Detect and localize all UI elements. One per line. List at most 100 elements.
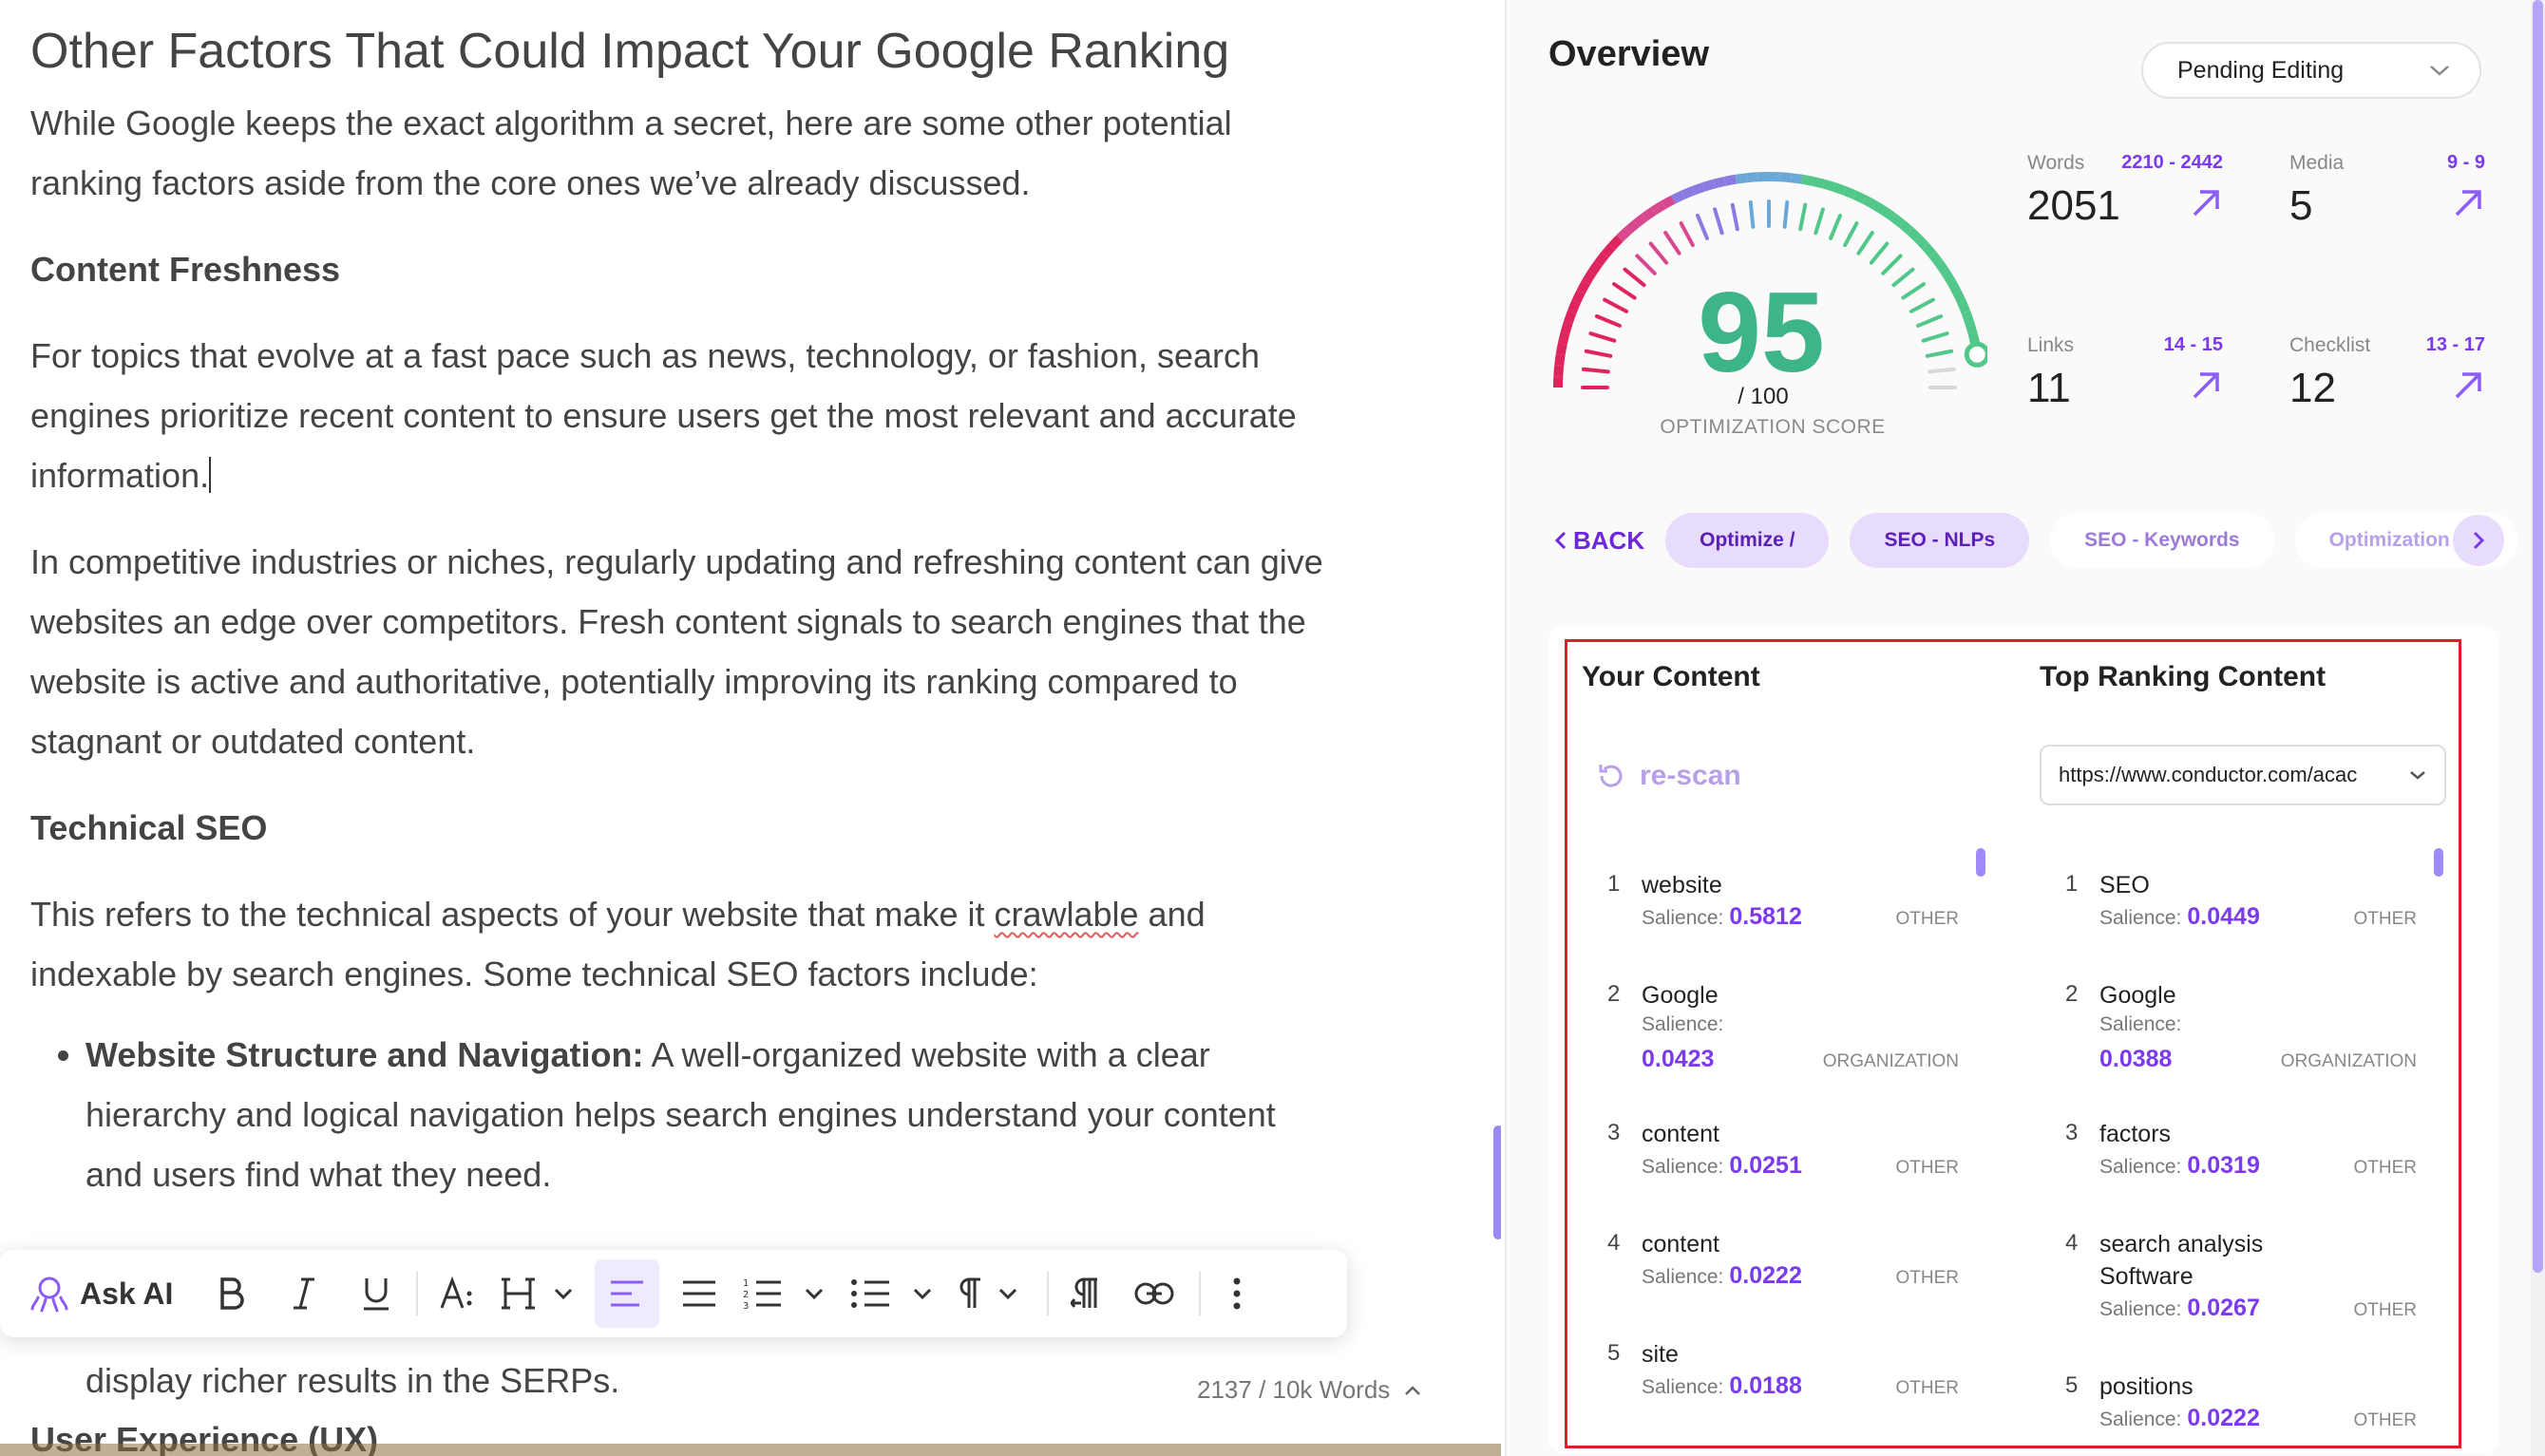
link-button[interactable]	[1130, 1259, 1178, 1328]
competitor-url-dropdown[interactable]: https://www.conductor.com/acac	[2040, 745, 2446, 805]
stat-checklist[interactable]: Checklist 13 - 17 12	[2289, 334, 2485, 448]
item-term: content	[1642, 1231, 1720, 1257]
divider	[0, 1444, 1501, 1456]
chevron-down-icon	[2430, 66, 2449, 76]
document-body[interactable]: Other Factors That Could Impact Your Goo…	[30, 21, 1341, 1204]
page-scrollbar[interactable]	[2531, 0, 2545, 1456]
italic-button[interactable]	[281, 1259, 327, 1328]
gauge-tick	[1782, 199, 1790, 229]
editor-pane[interactable]: Other Factors That Could Impact Your Goo…	[0, 0, 1501, 1456]
toolbar-divider	[1047, 1272, 1050, 1315]
gauge-tick	[1856, 231, 1874, 255]
item-term: website	[1642, 872, 1722, 898]
gauge-arc-segment	[1713, 176, 1726, 189]
gauge-arc-segment	[1571, 289, 1586, 304]
list-item[interactable]: 4 search analysis Software Salience: 0.02…	[2042, 1207, 2440, 1350]
gauge-arc-segment	[1651, 200, 1666, 216]
gauge-arc-segment	[1941, 270, 1956, 285]
your-content-title: Your Content	[1582, 661, 1760, 692]
stat-words[interactable]: Words 2210 - 2442 2051	[2027, 152, 2223, 266]
underline-button[interactable]	[353, 1259, 399, 1328]
refresh-icon	[1599, 765, 1623, 787]
item-rank: 4	[1607, 1230, 1621, 1256]
list-item[interactable]: 1 SEO Salience: 0.0449 OTHER	[2042, 848, 2440, 958]
list-item[interactable]: 3 factors Salience: 0.0319 OTHER	[2042, 1097, 2440, 1207]
item-term: content	[1642, 1121, 1720, 1147]
list-item[interactable]: 4 content Salience: 0.0222 OTHER	[1585, 1207, 1982, 1317]
bold-icon	[220, 1277, 245, 1310]
gauge-arc-segment	[1812, 176, 1825, 189]
top-ranking-list[interactable]: 1 SEO Salience: 0.0449 OTHER 2 Google Sal…	[2042, 848, 2440, 1447]
stat-links[interactable]: Links 14 - 15 11	[2027, 334, 2223, 448]
tabs-next-button[interactable]	[2453, 515, 2504, 566]
ordered-list-button[interactable]: 123	[741, 1259, 825, 1328]
item-category: OTHER	[1895, 1158, 1960, 1178]
stat-media[interactable]: Media 9 - 9 5	[2289, 152, 2485, 266]
font-size-button[interactable]	[435, 1259, 481, 1328]
bullet-list-button[interactable]	[849, 1259, 933, 1328]
stat-value: 11	[2027, 365, 2071, 411]
stat-label: Media	[2289, 152, 2345, 174]
octopus-icon	[30, 1276, 68, 1313]
item-rank: 3	[2065, 1120, 2079, 1145]
list-item[interactable]: 5 site Salience: 0.0188 OTHER	[1585, 1317, 1982, 1428]
status-dropdown[interactable]: Pending Editing	[2141, 42, 2481, 99]
gauge-tick	[1916, 313, 1944, 328]
list-item[interactable]: 1 website Salience: 0.5812 OTHER	[1585, 848, 1982, 958]
arrow-up-right-icon	[2455, 190, 2481, 217]
formatting-toolbar: Ask AI 123	[0, 1250, 1347, 1337]
gauge-tick	[1581, 367, 1610, 374]
bold-button[interactable]	[209, 1259, 255, 1328]
align-left-button[interactable]	[595, 1259, 660, 1328]
gauge-arc-segment	[1833, 182, 1847, 196]
gauge-arc-segment	[1790, 173, 1803, 184]
arrow-up-right-icon	[2193, 372, 2219, 399]
gauge-arc-segment	[1907, 227, 1922, 242]
rescan-button[interactable]: re-scan	[1596, 760, 1741, 792]
item-term: factors	[2099, 1121, 2172, 1147]
page-scrollbar-thumb[interactable]	[2533, 0, 2543, 1273]
salience-label: Salience:	[2099, 1156, 2182, 1178]
ask-ai-button[interactable]: Ask AI	[28, 1259, 173, 1328]
item-salience: Salience: 0.0449	[2099, 903, 2260, 931]
list-item[interactable]: 2 Google Salience: 0.0388 ORGANIZATION	[2042, 958, 2440, 1097]
salience-value: 0.0388	[2099, 1046, 2173, 1072]
salience-label: Salience:	[1642, 1266, 1724, 1288]
paragraph-freshness-1-text: For topics that evolve at a fast pace su…	[30, 336, 1297, 495]
paragraph-style-button[interactable]	[956, 1259, 1018, 1328]
spellcheck-word[interactable]: crawlable	[994, 895, 1138, 934]
editor-scrollbar[interactable]	[1493, 1125, 1501, 1239]
tab-seo-nlps[interactable]: SEO - NLPs	[1850, 513, 2030, 568]
list-item[interactable]: 2 Google Salience: 0.0423 ORGANIZATION	[1585, 958, 1982, 1097]
item-term: Google	[2099, 982, 2176, 1009]
back-button[interactable]: BACK	[1554, 526, 1644, 556]
gauge-tick	[1881, 254, 1903, 275]
section-heading: Other Factors That Could Impact Your Goo…	[30, 24, 1230, 79]
item-rank: 5	[2065, 1372, 2079, 1398]
your-content-list[interactable]: 1 website Salience: 0.5812 OTHER 2 Google…	[1585, 848, 1982, 1447]
font-size-icon	[441, 1276, 472, 1309]
chevron-down-icon	[555, 1288, 573, 1300]
tab-optimize[interactable]: Optimize /	[1665, 513, 1830, 568]
salience-value: 0.0267	[2187, 1295, 2260, 1321]
justify-button[interactable]	[673, 1259, 726, 1328]
more-options-button[interactable]	[1218, 1259, 1256, 1328]
salience-value: 0.0222	[2187, 1405, 2260, 1431]
item-salience: Salience: 0.0251	[1642, 1152, 1802, 1180]
gauge-tick	[1869, 241, 1890, 265]
top-ranking-scrollbar[interactable]	[2434, 848, 2443, 877]
gauge-arc-segment	[1779, 172, 1792, 183]
your-content-scrollbar[interactable]	[1976, 848, 1985, 877]
list-item[interactable]: 3 content Salience: 0.0251 OTHER	[1585, 1097, 1982, 1207]
salience-label: Salience:	[1642, 1013, 1724, 1035]
word-count[interactable]: 2137 / 10k Words	[1197, 1375, 1422, 1405]
gauge-tick	[1635, 254, 1657, 275]
gauge-tick	[1730, 202, 1739, 232]
list-item[interactable]: 5 positions Salience: 0.0222 OTHER	[2042, 1350, 2440, 1447]
heading-button[interactable]	[502, 1259, 574, 1328]
paragraph-technical: This refers to the technical aspects of …	[30, 884, 1341, 1004]
stat-range: 14 - 15	[2163, 334, 2223, 355]
salience-value: 0.0188	[1729, 1372, 1802, 1399]
tab-seo-keywords[interactable]: SEO - Keywords	[2050, 513, 2274, 568]
text-direction-button[interactable]	[1066, 1259, 1113, 1328]
